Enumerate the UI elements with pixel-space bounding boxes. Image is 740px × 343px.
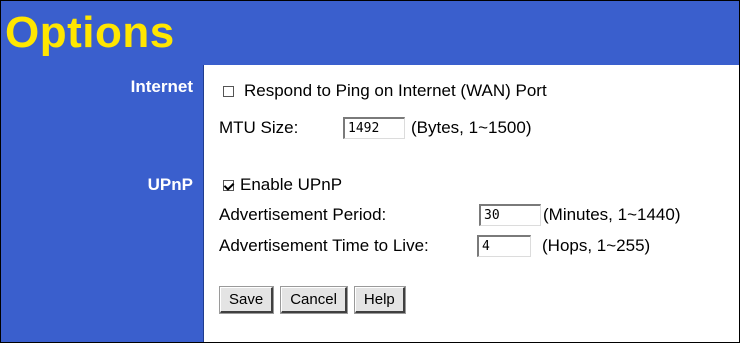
save-button[interactable]: Save: [218, 286, 275, 314]
advertisement-period-input[interactable]: 30: [479, 204, 541, 226]
help-button[interactable]: Help: [353, 286, 406, 314]
options-window: Options Internet UPnP Respond to Ping on…: [0, 0, 740, 343]
advertisement-ttl-input[interactable]: 4: [477, 235, 531, 257]
upnp-section-label: UPnP: [147, 175, 193, 194]
upnp-enable-row: Enable UPnP: [223, 175, 342, 195]
header-bar: Options: [1, 1, 739, 65]
button-row: Save Cancel Help: [218, 286, 413, 314]
ping-row: Respond to Ping on Internet (WAN) Port: [223, 81, 547, 101]
ping-checkbox[interactable]: [223, 85, 234, 97]
mtu-input[interactable]: 1492: [343, 117, 405, 139]
cancel-button[interactable]: Cancel: [280, 286, 348, 314]
advertisement-ttl-label: Advertisement Time to Live:: [219, 236, 429, 255]
upnp-enable-checkbox[interactable]: [223, 179, 234, 191]
options-form: Respond to Ping on Internet (WAN) Port M…: [204, 65, 739, 342]
mtu-hint: (Bytes, 1~1500): [411, 118, 532, 137]
advertisement-period-label: Advertisement Period:: [219, 205, 387, 224]
advertisement-ttl-hint: (Hops, 1~255): [542, 236, 651, 255]
mtu-label: MTU Size:: [219, 118, 299, 137]
ping-label: Respond to Ping on Internet (WAN) Port: [244, 81, 547, 100]
advertisement-period-hint: (Minutes, 1~1440): [543, 205, 681, 224]
internet-section-label: Internet: [130, 77, 193, 96]
mtu-row: MTU Size: 1492 (Bytes, 1~1500): [219, 117, 532, 139]
advertisement-period-row: Advertisement Period: 30 (Minutes, 1~144…: [219, 204, 681, 226]
upnp-enable-label: Enable UPnP: [240, 175, 343, 194]
advertisement-ttl-row: Advertisement Time to Live: 4 (Hops, 1~2…: [219, 235, 650, 257]
page-title: Options: [5, 8, 175, 57]
section-sidebar: Internet UPnP: [1, 65, 204, 342]
